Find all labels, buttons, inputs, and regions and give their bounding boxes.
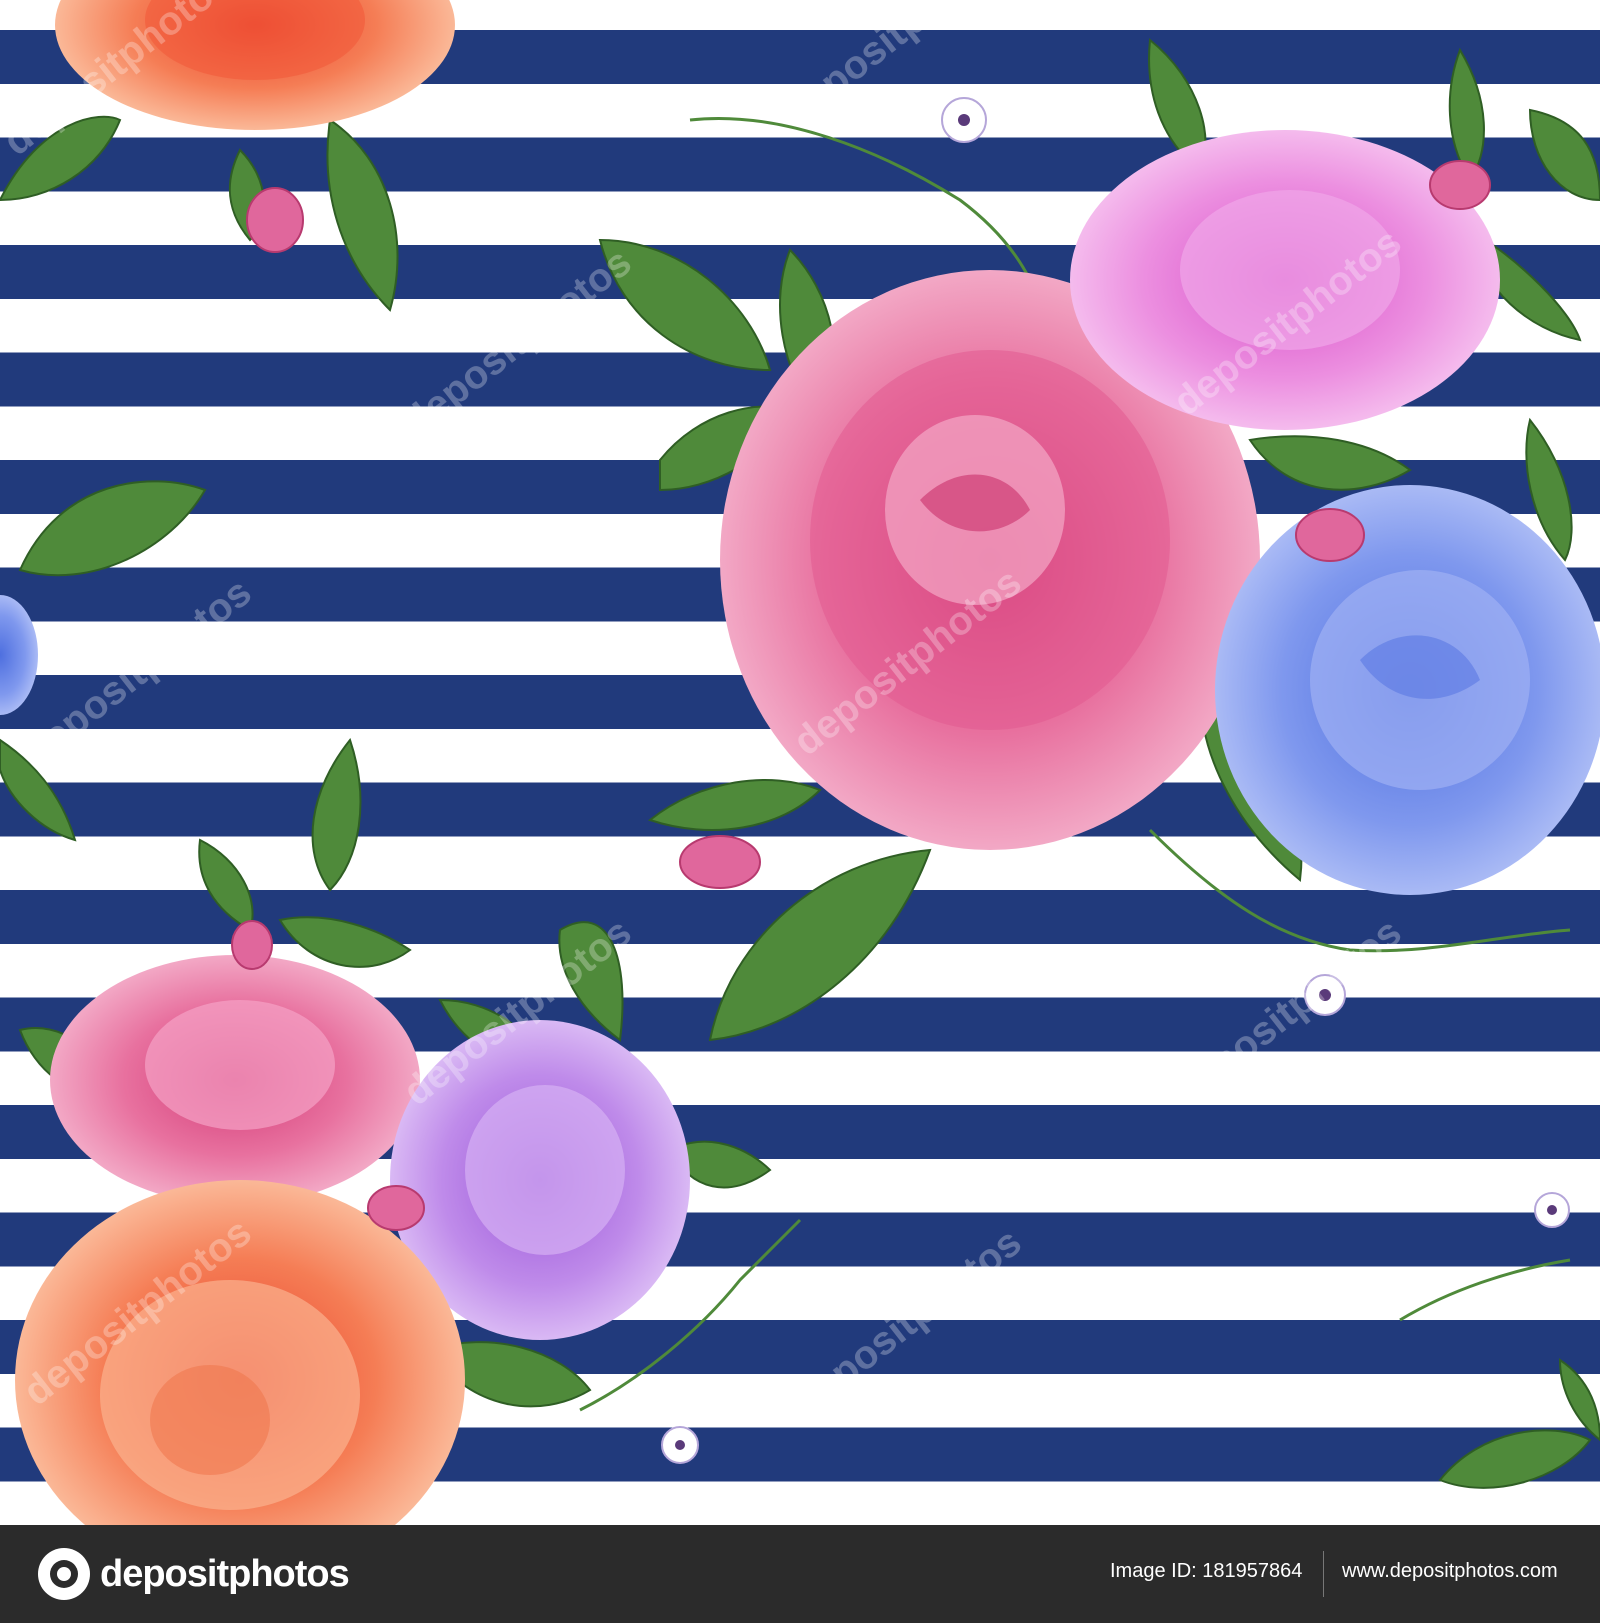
rose-bud <box>246 187 304 253</box>
tiny-flower <box>1304 974 1346 1016</box>
tiny-flower <box>941 97 987 143</box>
depositphotos-logo[interactable]: depositphotos <box>38 1547 350 1601</box>
camera-icon <box>38 1548 90 1600</box>
site-url-link[interactable]: www.depositphotos.com <box>1342 1560 1558 1583</box>
footer-divider <box>1323 1551 1324 1597</box>
stock-footer-bar: depositphotos Image ID: 181957864 www.de… <box>0 1525 1600 1623</box>
rose-bud <box>367 1185 425 1231</box>
rose-bud <box>1295 508 1365 562</box>
tiny-flower <box>1534 1192 1570 1228</box>
tiny-flower <box>661 1426 699 1464</box>
rose-bud <box>679 835 761 889</box>
rose-bud <box>231 920 273 970</box>
rose-bud <box>1429 160 1491 210</box>
logo-text: depositphotos <box>100 1552 350 1595</box>
image-id-label: Image ID: 181957864 <box>1110 1560 1303 1582</box>
striped-rose-pattern <box>0 0 1600 1525</box>
stock-image-preview: depositphotos depositphotos depositphoto… <box>0 0 1600 1623</box>
blue-rose <box>1215 485 1600 895</box>
pink-rose-small <box>50 955 420 1205</box>
